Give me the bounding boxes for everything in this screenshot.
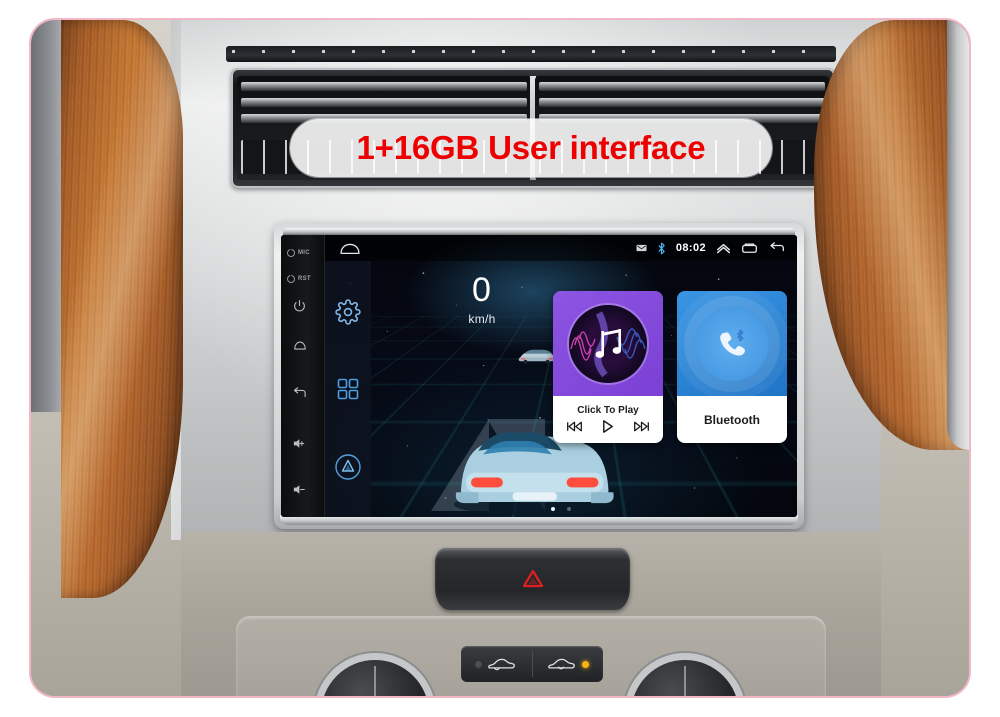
prev-icon [567,421,582,432]
signal-icon [636,243,647,253]
fresh-air-button[interactable] [461,656,532,673]
next-icon [634,421,649,432]
hardware-key-power[interactable] [281,299,325,312]
bluetooth-phone-icon [720,328,745,356]
recirculate-led [582,660,590,668]
recents-icon[interactable] [741,242,758,254]
wood-trim-left [61,20,183,598]
hardware-key-mic[interactable]: MIC [281,249,325,257]
hazard-button[interactable] [430,544,635,616]
fresh-air-led [474,660,482,668]
next-track-button[interactable] [633,420,650,433]
screen-dock [325,261,371,517]
head-unit-body: MIC RST 08:02 0 km/h Click To Play Bluet… [281,235,797,517]
hardware-key-back[interactable] [281,387,325,400]
mic-ring-icon [287,249,295,257]
photo-frame: 1+16GB User interface MIC RST 08:02 0 km… [29,18,971,698]
music-disc [569,304,647,383]
widget-music[interactable]: Click To Play [553,291,663,443]
music-transport-controls [566,419,650,434]
power-icon [294,300,305,312]
dock-item-apps[interactable] [336,377,360,401]
speed-value: 0 [472,271,492,309]
head-unit: MIC RST 08:02 0 km/h Click To Play Bluet… [274,223,804,529]
bluetooth-widget-art [677,291,787,396]
gear-icon [335,299,361,325]
head-unit-chrome-top [283,228,795,235]
hazard-triangle-icon [522,569,543,588]
bluetooth-icon [657,242,666,255]
recirculate-icon [548,658,576,669]
assistant-logo-icon [335,454,361,480]
promo-banner-text: 1+16GB User interface [356,129,706,166]
dock-item-assistant[interactable] [334,453,362,481]
fresh-air-icon [487,658,515,670]
hardware-key-home[interactable] [281,339,325,351]
hardware-key-reset[interactable]: RST [281,275,325,283]
distant-car [518,349,556,364]
status-bar: 08:02 [325,235,797,261]
previous-track-button[interactable] [566,420,583,433]
home-icon [294,341,306,350]
status-clock: 08:02 [675,242,706,254]
music-widget-footer: Click To Play [553,396,663,443]
hardware-key-mic-label: MIC [298,250,310,256]
back-arrow-icon [293,387,306,398]
music-note-icon [595,328,621,358]
dock-item-settings[interactable] [335,299,361,325]
home-icon [340,243,360,254]
hardware-key-column: MIC RST [281,235,325,517]
volume-down-icon [293,485,305,494]
volume-up-icon [293,439,305,448]
status-home-button[interactable] [339,242,361,255]
hardware-key-reset-label: RST [298,276,311,282]
apps-grid-icon [337,378,359,400]
hardware-key-volume-up[interactable] [281,437,325,450]
page-dot-active[interactable] [551,507,555,511]
hero-car [453,432,616,516]
bluetooth-widget-title: Bluetooth [704,412,760,427]
music-album-art [553,291,663,396]
back-icon[interactable] [768,242,785,254]
speedometer: 0 km/h [387,273,577,326]
defroster-grille [226,46,836,62]
page-dot-inactive[interactable] [567,507,571,511]
music-widget-title: Click To Play [577,405,639,416]
play-button[interactable] [601,419,615,434]
widget-bluetooth[interactable]: Bluetooth [677,291,787,443]
hardware-key-volume-down[interactable] [281,483,325,496]
car-dashboard: 1+16GB User interface MIC RST 08:02 0 km… [31,20,969,696]
play-icon [603,420,613,433]
chevron-up-icon[interactable] [716,242,731,254]
speed-unit: km/h [468,312,496,326]
right-door-edge [947,20,969,450]
recirculate-button[interactable] [533,656,604,673]
bluetooth-icon-circle [695,306,769,381]
recirculation-buttons [461,646,603,682]
touchscreen[interactable]: 08:02 0 km/h Click To Play Bluetooth [325,235,797,517]
product-photo: 1+16GB User interface MIC RST 08:02 0 km… [0,0,1000,717]
bluetooth-widget-footer: Bluetooth [677,396,787,443]
page-indicator [325,507,797,511]
promo-banner: 1+16GB User interface [290,119,772,177]
reset-ring-icon [287,275,295,283]
